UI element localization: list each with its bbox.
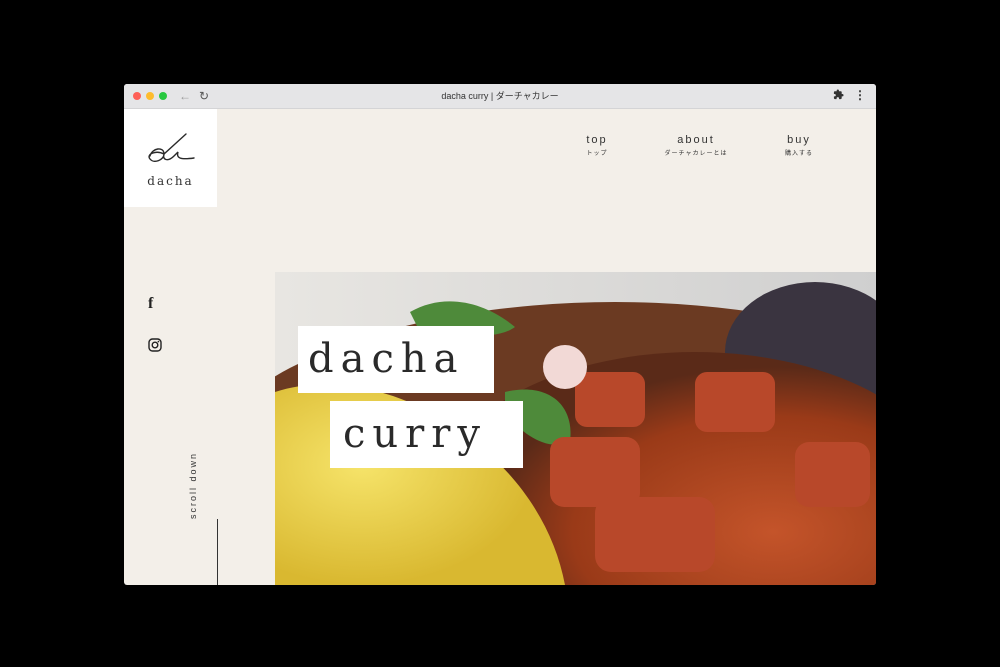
nav-label-jp: トップ	[586, 151, 608, 157]
logo-signature-icon	[148, 133, 195, 162]
nav-item-top[interactable]: top トップ	[572, 134, 622, 157]
nav-label-en: about	[677, 134, 715, 146]
nav-label-jp: 購入する	[784, 151, 813, 157]
scroll-down-label: scroll down	[188, 451, 198, 519]
scroll-indicator-line	[217, 519, 218, 585]
browser-window: ← ↻ dacha curry | ダーチャカレー ⋮ dacha top トッ…	[124, 84, 876, 585]
browser-menu-icon[interactable]: ⋮	[854, 88, 866, 102]
site-logo[interactable]: dacha	[124, 109, 217, 207]
facebook-icon[interactable]: f	[148, 295, 153, 313]
hero-title-line2: curry	[330, 401, 523, 468]
nav-item-buy[interactable]: buy 購入する	[774, 134, 824, 157]
tab-title: dacha curry | ダーチャカレー	[441, 91, 559, 101]
browser-toolbar: ← ↻ dacha curry | ダーチャカレー ⋮	[124, 84, 876, 109]
puzzle-icon[interactable]	[833, 89, 844, 103]
logo-text: dacha	[147, 174, 194, 188]
nav-item-about[interactable]: about ダーチャカレーとは	[660, 134, 732, 157]
nav-label-jp: ダーチャカレーとは	[664, 151, 728, 157]
webpage: dacha top トップ about ダーチャカレーとは buy 購入する f…	[124, 109, 876, 585]
instagram-icon[interactable]	[148, 338, 162, 357]
nav-label-en: buy	[787, 134, 811, 146]
nav-label-en: top	[586, 134, 608, 146]
hero-title-line1: dacha	[298, 326, 494, 393]
